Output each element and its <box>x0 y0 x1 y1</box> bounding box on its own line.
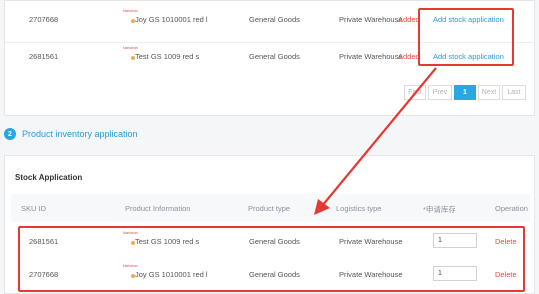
brand-logo: Markstrom <box>123 46 139 50</box>
header-product-info: Product Information <box>125 204 191 213</box>
next-page-button[interactable]: Next <box>478 85 500 100</box>
brand-logo: Markstrom <box>123 9 139 13</box>
last-page-button[interactable]: Last <box>502 85 526 100</box>
product-name: Test GS 1009 red s <box>135 52 200 61</box>
status-added: Added <box>398 15 420 24</box>
product-type: General Goods <box>249 15 300 24</box>
section-title: Product inventory application <box>22 129 138 139</box>
first-page-button[interactable]: First <box>404 85 426 100</box>
status-added: Added <box>398 52 420 61</box>
header-logistics-type: Logistics type <box>336 204 382 213</box>
header-sku: SKU ID <box>21 204 47 213</box>
section-heading: 2 Product inventory application <box>4 128 138 140</box>
highlight-box-actions <box>418 8 514 66</box>
logistics-type: Private Warehouse <box>339 15 403 24</box>
page: 2707668 Markstrom Joy GS 1010001 red l G… <box>0 0 539 294</box>
header-product-type: Product type <box>248 204 291 213</box>
sku-id: 2681561 <box>29 52 59 61</box>
sku-id: 2707668 <box>29 15 59 24</box>
prev-page-button[interactable]: Prev <box>428 85 452 100</box>
header-operation: Operation <box>495 204 528 213</box>
highlight-box-added-rows <box>18 226 525 292</box>
logistics-type: Private Warehouse <box>339 52 403 61</box>
table-header: SKU ID Product Information Product type … <box>11 194 530 222</box>
pagination: First Prev 1 Next Last <box>402 85 526 100</box>
panel-title: Stock Application <box>15 173 83 182</box>
step-number-badge: 2 <box>4 128 16 140</box>
page-1-button[interactable]: 1 <box>454 85 476 100</box>
header-apply-stock: *申请库存 <box>423 205 456 214</box>
product-name: Joy GS 1010001 red l <box>135 15 208 24</box>
product-type: General Goods <box>249 52 300 61</box>
